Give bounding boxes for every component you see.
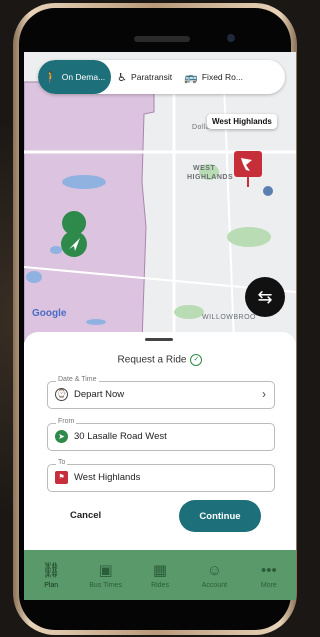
from-value: 30 Lasalle Road West	[74, 431, 167, 442]
sheet-drag-handle[interactable]	[145, 338, 173, 341]
nav-item-more[interactable]: ••• More	[242, 550, 296, 600]
from-label: From	[56, 418, 77, 425]
origin-pin-icon: ➤	[55, 430, 68, 443]
map-label-willowbrook: WILLOWBROO	[202, 314, 257, 321]
front-camera	[227, 34, 235, 42]
clock-icon: ⌚	[55, 388, 68, 401]
google-attribution: Google	[32, 308, 67, 319]
request-ride-sheet: Request a Ride ✓ Date & Time ⌚ Depart Now…	[24, 332, 296, 550]
map-label-highlands: HIGHLANDS	[187, 174, 234, 181]
tab-fixed-route[interactable]: 🚌 Fixed Ro...	[178, 60, 249, 94]
nav-item-rides[interactable]: ▦ Rides	[133, 550, 187, 600]
route-icon: ⛓	[41, 561, 61, 579]
nav-item-bus-times[interactable]: ▣ Bus Times	[78, 550, 132, 600]
destination-flag-icon: ⚑	[55, 471, 68, 484]
date-time-label: Date & Time	[56, 376, 99, 383]
from-field[interactable]: From ➤ 30 Lasalle Road West	[47, 418, 275, 451]
cancel-button[interactable]: Cancel	[70, 510, 101, 521]
bus-icon: ▣	[98, 561, 113, 579]
nav-item-plan[interactable]: ⛓ Plan	[24, 550, 78, 600]
calendar-icon: ▦	[152, 561, 168, 579]
destination-callout: West Highlands	[207, 114, 277, 129]
phone-top-bar	[24, 20, 296, 52]
more-icon: •••	[260, 561, 277, 579]
chevron-right-icon: ›	[262, 387, 266, 401]
walking-person-icon: 🚶	[44, 71, 58, 84]
swap-locations-button[interactable]: ⇆	[245, 277, 285, 317]
date-time-field[interactable]: Date & Time ⌚ Depart Now ›	[47, 376, 275, 409]
tab-paratransit[interactable]: ♿ Paratransit	[111, 60, 178, 94]
check-circle-icon: ✓	[190, 354, 203, 366]
wheelchair-icon: ♿	[117, 71, 128, 84]
continue-button[interactable]: Continue	[179, 500, 261, 532]
to-field[interactable]: To ⚑ West Highlands	[47, 459, 275, 492]
speaker-grille	[134, 36, 190, 42]
app-screen: 🚶 On Dema... ♿ Paratransit 🚌 Fixed Ro...…	[24, 52, 296, 600]
map-label-west: WEST	[193, 165, 216, 172]
swap-arrows-icon: ⇆	[257, 286, 273, 307]
tab-on-demand[interactable]: 🚶 On Dema...	[38, 60, 112, 94]
to-value: West Highlands	[74, 472, 141, 483]
to-label: To	[56, 459, 68, 466]
bottom-nav: ⛓ Plan ▣ Bus Times ▦ Rides ☺ Account •••…	[24, 550, 296, 600]
nav-item-account[interactable]: ☺ Account	[187, 550, 241, 600]
map-view[interactable]: 🚶 On Dema... ♿ Paratransit 🚌 Fixed Ro...…	[24, 52, 296, 342]
bus-icon: 🚌	[184, 71, 198, 84]
sheet-title: Request a Ride ✓	[24, 354, 296, 366]
person-icon: ☺	[206, 561, 223, 579]
date-time-value: Depart Now	[74, 389, 125, 400]
ride-mode-tabs: 🚶 On Dema... ♿ Paratransit 🚌 Fixed Ro...	[38, 60, 285, 94]
